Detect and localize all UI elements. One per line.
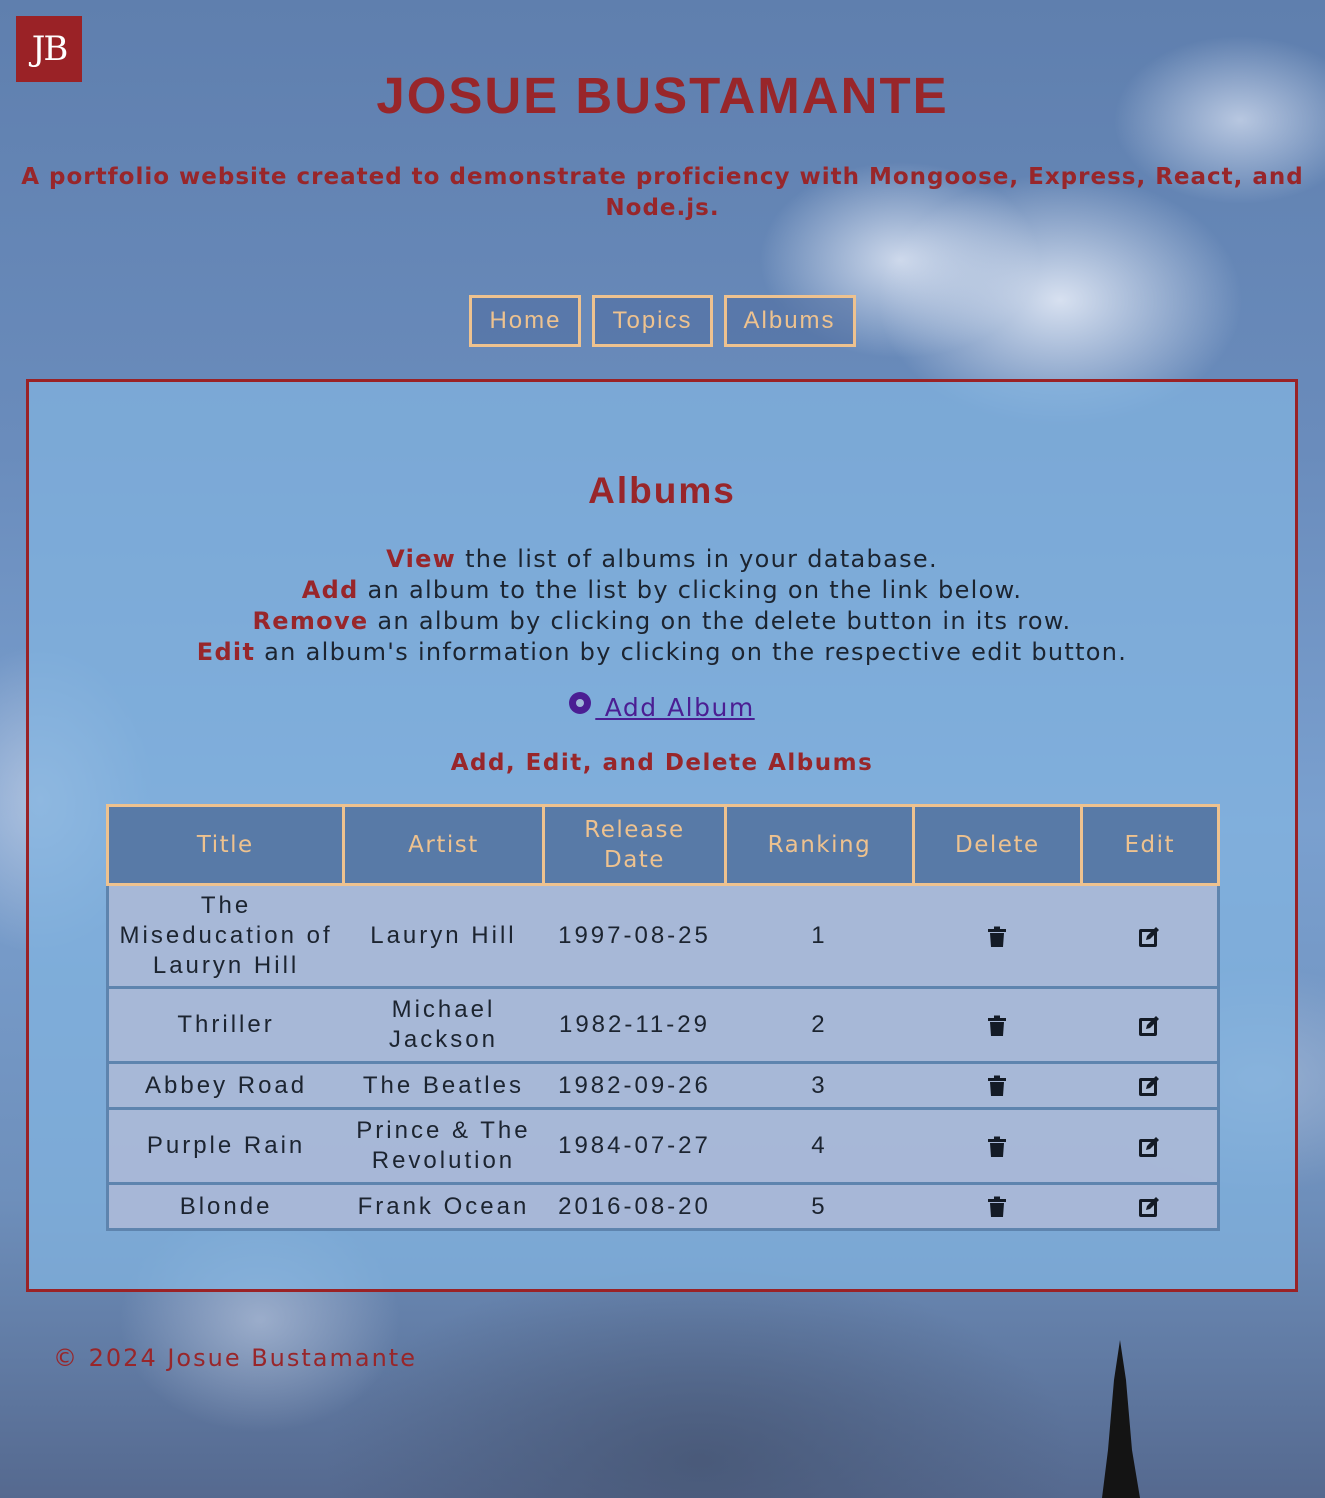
trash-icon[interactable] — [985, 1074, 1009, 1098]
cell-artist: Frank Ocean — [343, 1183, 544, 1231]
instruction-keyword: View — [386, 545, 457, 573]
instruction-add: Add an album to the list by clicking on … — [29, 575, 1295, 606]
table-row: Purple Rain Prince & The Revolution 1984… — [106, 1108, 1221, 1185]
site-subtitle: A portfolio website created to demonstra… — [21, 164, 1304, 221]
albums-table: Title Artist Release Date Ranking Delete… — [106, 804, 1221, 1231]
column-header-release-date: Release Date — [542, 804, 727, 886]
cell-artist: The Beatles — [343, 1062, 544, 1110]
cell-delete — [913, 1062, 1082, 1110]
cell-delete — [913, 1183, 1082, 1231]
cell-ranking: 3 — [725, 1062, 914, 1110]
cell-title: Thriller — [106, 987, 344, 1064]
instruction-text: an album to the list by clicking on the … — [358, 576, 1023, 604]
cell-edit — [1081, 1062, 1221, 1110]
cell-release-date: 1984-07-27 — [543, 1108, 726, 1185]
cell-edit — [1081, 987, 1221, 1064]
cell-delete — [913, 1108, 1082, 1185]
trash-icon[interactable] — [985, 1014, 1009, 1038]
cell-title: The Miseducation of Lauryn Hill — [106, 884, 344, 989]
cell-ranking: 2 — [725, 987, 914, 1064]
instruction-keyword: Edit — [196, 638, 256, 666]
main-nav: Home Topics Albums — [0, 295, 1325, 347]
instruction-keyword: Add — [301, 576, 359, 604]
cell-release-date: 1997-08-25 — [543, 884, 726, 989]
page-heading: Albums — [588, 470, 736, 511]
cell-title: Abbey Road — [106, 1062, 344, 1110]
edit-icon[interactable] — [1137, 1014, 1161, 1038]
add-album-link[interactable]: Add Album — [569, 692, 755, 722]
table-header-row: Title Artist Release Date Ranking Delete… — [106, 804, 1221, 886]
table-row: Blonde Frank Ocean 2016-08-20 5 — [106, 1183, 1221, 1231]
column-header-ranking: Ranking — [723, 804, 916, 886]
trash-icon[interactable] — [985, 925, 1009, 949]
cell-delete — [913, 884, 1082, 989]
column-header-edit: Edit — [1079, 804, 1221, 886]
instruction-text: the list of albums in your database. — [456, 545, 938, 573]
column-header-artist: Artist — [341, 804, 546, 886]
cell-artist: Lauryn Hill — [343, 884, 544, 989]
background-spire — [1102, 1340, 1140, 1498]
disc-icon — [569, 692, 592, 714]
cell-artist: Prince & The Revolution — [343, 1108, 544, 1185]
table-row: Abbey Road The Beatles 1982-09-26 3 — [106, 1062, 1221, 1110]
cell-title: Blonde — [106, 1183, 344, 1231]
add-album-label: Add Album — [595, 693, 755, 722]
instruction-text: an album by clicking on the delete butto… — [368, 607, 1072, 635]
cell-ranking: 4 — [725, 1108, 914, 1185]
cell-title: Purple Rain — [106, 1108, 344, 1185]
instruction-edit: Edit an album's information by clicking … — [29, 637, 1295, 668]
cell-edit — [1081, 884, 1221, 989]
edit-icon[interactable] — [1137, 1195, 1161, 1219]
cell-release-date: 1982-09-26 — [543, 1062, 726, 1110]
cell-delete — [913, 987, 1082, 1064]
nav-home-link[interactable]: Home — [469, 295, 582, 347]
cell-edit — [1081, 1108, 1221, 1185]
instruction-keyword: Remove — [252, 607, 369, 635]
cell-ranking: 1 — [725, 884, 914, 989]
cell-edit — [1081, 1183, 1221, 1231]
cell-release-date: 2016-08-20 — [543, 1183, 726, 1231]
trash-icon[interactable] — [985, 1135, 1009, 1159]
table-row: Thriller Michael Jackson 1982-11-29 2 — [106, 987, 1221, 1064]
edit-icon[interactable] — [1137, 1074, 1161, 1098]
instruction-remove: Remove an album by clicking on the delet… — [29, 606, 1295, 637]
nav-albums-link[interactable]: Albums — [723, 295, 856, 347]
nav-topics-link[interactable]: Topics — [592, 295, 713, 347]
cell-ranking: 5 — [725, 1183, 914, 1231]
column-header-delete: Delete — [912, 804, 1083, 886]
instruction-view: View the list of albums in your database… — [29, 544, 1295, 575]
table-row: The Miseducation of Lauryn Hill Lauryn H… — [106, 884, 1221, 989]
cell-release-date: 1982-11-29 — [543, 987, 726, 1064]
main-content: Albums View the list of albums in your d… — [26, 379, 1298, 1292]
column-header-title: Title — [106, 804, 345, 886]
add-album-container: Add Album — [29, 692, 1295, 722]
cell-artist: Michael Jackson — [343, 987, 544, 1064]
edit-icon[interactable] — [1137, 925, 1161, 949]
instruction-text: an album's information by clicking on th… — [255, 638, 1128, 666]
table-caption: Add, Edit, and Delete Albums — [450, 750, 874, 776]
trash-icon[interactable] — [985, 1195, 1009, 1219]
footer-copyright: © 2024 Josue Bustamante — [53, 1344, 417, 1372]
site-title: JOSUE BUSTAMANTE — [376, 67, 949, 124]
edit-icon[interactable] — [1137, 1135, 1161, 1159]
instructions: View the list of albums in your database… — [29, 544, 1295, 668]
